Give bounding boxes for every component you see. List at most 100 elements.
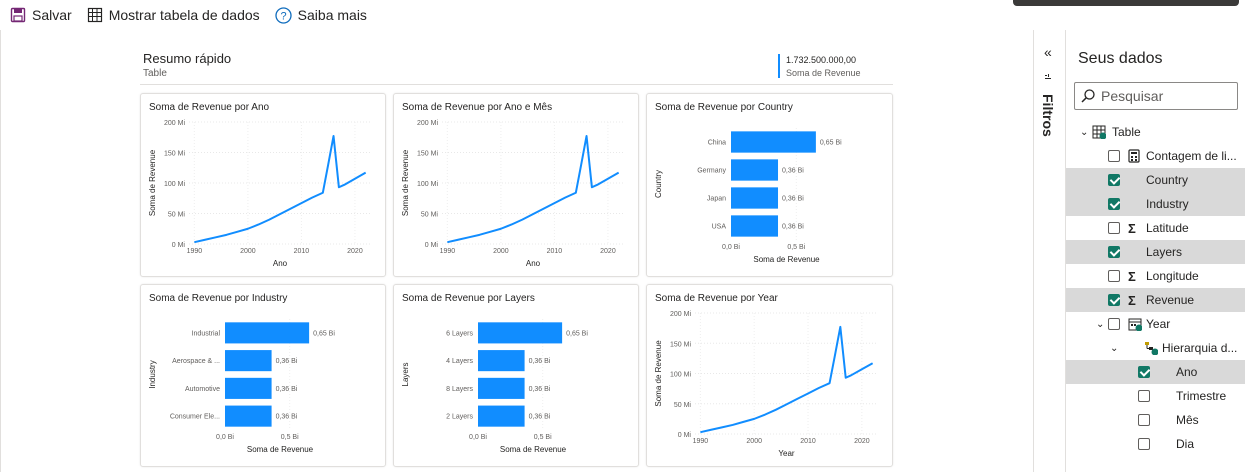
y-tick-label: 100 Mi [670, 372, 691, 379]
search-input[interactable]: Pesquisar [1074, 82, 1238, 110]
y-tick-label: 50 Mi [421, 212, 439, 219]
field-checkbox[interactable] [1108, 222, 1120, 234]
bar [478, 322, 563, 344]
collapse-chevron-icon[interactable]: « [1044, 44, 1052, 60]
field-checkbox[interactable] [1138, 414, 1150, 426]
chart-card-revenue-by-layers[interactable]: Soma de Revenue por Layers 6 Layers 0,65 B… [393, 284, 639, 467]
y-tick-label: 100 Mi [417, 181, 438, 188]
category-label: Japan [707, 196, 726, 203]
field-checkbox[interactable] [1108, 318, 1120, 330]
x-tick-label: 1990 [440, 248, 456, 255]
bar [225, 377, 272, 399]
y-tick-label: 200 Mi [417, 120, 438, 127]
field-row-contagem-de-li[interactable]: Contagem de li... [1066, 144, 1245, 168]
chart-plot: Industrial 0,65 Bi Aerospace & ... 0,36 Bi A… [148, 319, 335, 454]
chart-plot: 0 Mi 50 Mi 100 Mi 150 Mi 200 Mi 1990 2000 2010 2… [654, 311, 878, 458]
chart-plot: 0 Mi 50 Mi 100 Mi 150 Mi 200 Mi 1990 2000 2010 2… [401, 120, 624, 268]
chevron-down-icon[interactable]: ⌄ [1080, 127, 1088, 138]
y-tick-label: 0 Mi [678, 432, 692, 439]
data-label: 0,36 Bi [529, 414, 551, 421]
chart-card-revenue-by-industry[interactable]: Soma de Revenue por Industry Industrial 0,… [140, 284, 386, 467]
bar [478, 350, 525, 372]
field-row-m-s[interactable]: Mês [1066, 408, 1245, 432]
field-row-hierarquia-d[interactable]: ⌄ Hierarquia d... [1066, 336, 1245, 360]
y-tick-label: 150 Mi [417, 151, 438, 158]
y-axis-label: Soma de Revenue [654, 340, 663, 407]
chart-card-revenue-by-country[interactable]: Soma de Revenue por Country China 0,65 Bi G… [646, 93, 893, 277]
y-tick-label: 50 Mi [674, 402, 692, 409]
chart-card-revenue-by-year-month[interactable]: Soma de Revenue por Ano e Mês 0 Mi 50 Mi 10… [393, 93, 639, 277]
field-row-table[interactable]: ⌄ Table [1066, 120, 1245, 144]
category-label: Germany [697, 168, 726, 175]
field-row-layers[interactable]: Layers [1066, 240, 1245, 264]
field-checkbox[interactable] [1138, 366, 1150, 378]
x-tick-label: 2020 [854, 438, 870, 445]
field-label: Revenue [1146, 293, 1195, 307]
series-line [700, 325, 874, 434]
toolbar: Salvar Mostrar tabela de dados ? Saiba m… [0, 0, 1030, 30]
field-label: Ano [1176, 365, 1198, 379]
data-label: 0,65 Bi [820, 140, 842, 147]
data-label: 0,36 Bi [276, 414, 298, 421]
kpi-accent-bar [778, 54, 780, 78]
x-tick-label: 2010 [547, 248, 563, 255]
chart-card-revenue-by-year[interactable]: Soma de Revenue por Ano 0 Mi 50 Mi 100 Mi 15… [140, 93, 386, 277]
field-label: Latitude [1146, 221, 1189, 235]
field-row-latitude[interactable]: Σ Latitude [1066, 216, 1245, 240]
field-row-industry[interactable]: Industry [1066, 192, 1245, 216]
category-label: China [708, 140, 726, 147]
field-row-dia[interactable]: Dia [1066, 432, 1245, 456]
field-checkbox[interactable] [1108, 150, 1120, 162]
field-checkbox[interactable] [1108, 174, 1120, 186]
field-checkbox[interactable] [1138, 438, 1150, 450]
search-icon [1081, 89, 1095, 103]
category-label: Consumer Ele... [170, 414, 220, 421]
series-line [194, 135, 367, 244]
y-axis-label: Layers [401, 362, 410, 386]
data-label: 0,65 Bi [566, 330, 588, 337]
field-label: Dia [1176, 437, 1195, 451]
field-row-trimestre[interactable]: Trimestre [1066, 384, 1245, 408]
field-label: Country [1146, 173, 1189, 187]
kpi-label: Soma de Revenue [786, 68, 861, 78]
data-label: 0,36 Bi [782, 168, 804, 175]
field-checkbox[interactable] [1108, 294, 1120, 306]
field-checkbox[interactable] [1108, 198, 1120, 210]
field-row-ano[interactable]: Ano [1066, 360, 1245, 384]
y-axis-label: Soma de Revenue [401, 149, 410, 216]
field-checkbox[interactable] [1108, 246, 1120, 258]
data-label: 0,36 Bi [276, 358, 298, 365]
y-tick-label: 0 Mi [172, 242, 186, 249]
x-tick-label: 2010 [294, 248, 310, 255]
field-label: Hierarquia d... [1162, 341, 1238, 355]
chart-card-revenue-by-year-field[interactable]: Soma de Revenue por Year 0 Mi 50 Mi 100 Mi 1… [646, 284, 893, 467]
chevron-down-icon[interactable]: ⌄ [1096, 319, 1104, 330]
category-label: 4 Layers [446, 358, 473, 365]
field-label: Mês [1176, 413, 1199, 427]
learn-more-button[interactable]: ? Saiba mais [275, 6, 367, 24]
field-checkbox[interactable] [1138, 390, 1150, 402]
data-pane-title: Seus dados [1078, 50, 1163, 67]
summary-title: Resumo rápido [143, 51, 232, 66]
y-tick-label: 200 Mi [164, 120, 185, 127]
save-button[interactable]: Salvar [10, 7, 72, 23]
y-axis-label: Industry [148, 360, 157, 388]
data-label: 0,36 Bi [782, 224, 804, 231]
field-checkbox[interactable] [1108, 270, 1120, 282]
bar [731, 215, 779, 237]
x-axis-label: Ano [273, 259, 288, 268]
help-icon: ? [275, 6, 292, 24]
field-row-country[interactable]: Country [1066, 168, 1245, 192]
show-data-table-button[interactable]: Mostrar tabela de dados [87, 7, 260, 23]
field-row-revenue[interactable]: Σ Revenue [1066, 288, 1245, 312]
table-icon [1092, 125, 1107, 142]
chevron-down-icon[interactable]: ⌄ [1110, 343, 1118, 354]
field-label: Longitude [1146, 269, 1199, 283]
y-tick-label: 150 Mi [164, 151, 185, 158]
category-label: 8 Layers [446, 386, 473, 393]
filters-label[interactable]: Filtros [1040, 94, 1056, 137]
field-row-longitude[interactable]: Σ Longitude [1066, 264, 1245, 288]
field-label: Industry [1146, 197, 1189, 211]
field-row-year[interactable]: ⌄ Year [1066, 312, 1245, 336]
sigma-icon: Σ [1128, 221, 1136, 236]
